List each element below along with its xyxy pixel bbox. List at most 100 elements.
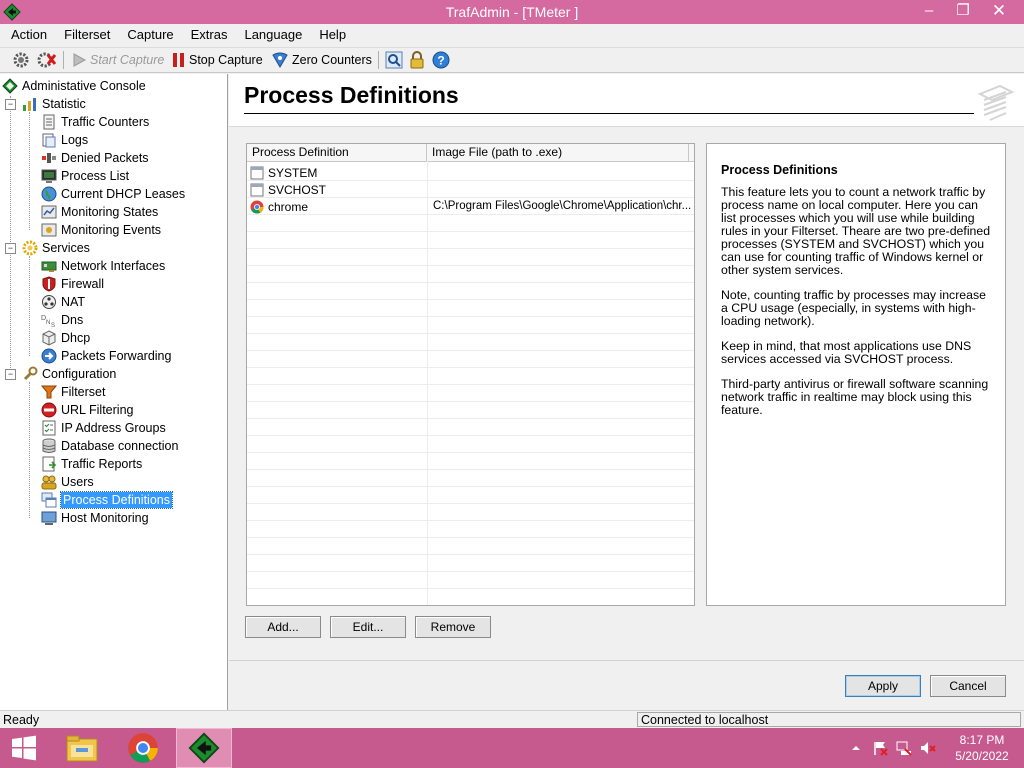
tree-item-firewall[interactable]: Firewall bbox=[41, 275, 104, 293]
tree-item-dns[interactable]: DNS Dns bbox=[41, 311, 83, 329]
row-gridline bbox=[247, 214, 694, 215]
taskbar-clock[interactable]: 8:17 PM 5/20/2022 bbox=[946, 732, 1018, 764]
tree-connector bbox=[29, 112, 30, 230]
taskbar-file-explorer[interactable] bbox=[54, 728, 110, 768]
row-gridline bbox=[247, 180, 694, 181]
row-gridline bbox=[247, 333, 694, 334]
tree-label: NAT bbox=[61, 295, 86, 309]
tree-item-current-dhcp-leases[interactable]: Current DHCP Leases bbox=[41, 185, 185, 203]
pause-icon bbox=[173, 53, 184, 67]
menu-filterset[interactable]: Filterset bbox=[55, 24, 118, 46]
table-row[interactable]: SYSTEM bbox=[247, 164, 694, 181]
tree-item-filterset[interactable]: Filterset bbox=[41, 383, 105, 401]
main-panel: Process Definitions Process Definition I… bbox=[229, 74, 1024, 710]
clock-date: 5/20/2022 bbox=[955, 749, 1009, 763]
speaker-muted-icon[interactable] bbox=[920, 740, 936, 756]
table-row[interactable]: chrome C:\Program Files\Google\Chrome\Ap… bbox=[247, 198, 694, 215]
page-title: Process Definitions bbox=[244, 82, 459, 108]
stop-service-button[interactable] bbox=[37, 50, 60, 70]
status-bar: Ready Connected to localhost bbox=[0, 710, 1024, 729]
tree-connector bbox=[29, 256, 30, 356]
process-definitions-list[interactable]: Process Definition Image File (path to .… bbox=[246, 143, 695, 606]
tree-label: Logs bbox=[61, 133, 89, 147]
menu-capture[interactable]: Capture bbox=[118, 24, 181, 46]
tree-label: Configuration bbox=[42, 367, 117, 381]
tree-item-dhcp[interactable]: Dhcp bbox=[41, 329, 90, 347]
row-gridline bbox=[247, 571, 694, 572]
column-header-image-file[interactable]: Image File (path to .exe) bbox=[427, 144, 689, 161]
menu-language[interactable]: Language bbox=[235, 24, 310, 46]
logs-document-icon bbox=[42, 133, 56, 148]
help-icon: ? bbox=[432, 51, 450, 69]
tree-item-database-connection[interactable]: Database connection bbox=[41, 437, 178, 455]
process-name: SYSTEM bbox=[268, 165, 318, 180]
status-text: Ready bbox=[3, 713, 40, 727]
tree-label: IP Address Groups bbox=[61, 421, 166, 435]
tree-label: Host Monitoring bbox=[61, 511, 149, 525]
chevron-up-icon[interactable] bbox=[850, 742, 862, 754]
description-title: Process Definitions bbox=[721, 163, 838, 177]
taskbar-chrome[interactable] bbox=[115, 728, 171, 768]
settings-gear-button[interactable] bbox=[12, 50, 33, 70]
tree-item-logs[interactable]: Logs bbox=[41, 131, 88, 149]
edit-button[interactable]: Edit... bbox=[330, 616, 406, 638]
menu-action[interactable]: Action bbox=[0, 24, 55, 46]
tree-item-process-definitions[interactable]: Process Definitions bbox=[41, 491, 173, 509]
row-gridline bbox=[247, 299, 694, 300]
tree-item-nat[interactable]: NAT bbox=[41, 293, 85, 311]
start-button[interactable] bbox=[0, 728, 48, 768]
tree-item-administative-console[interactable]: Administative Console bbox=[2, 77, 146, 95]
zero-counters-button[interactable]: Zero Counters bbox=[271, 50, 372, 70]
menu-extras[interactable]: Extras bbox=[182, 24, 236, 46]
expander-configuration[interactable]: − bbox=[5, 369, 16, 380]
apply-button[interactable]: Apply bbox=[845, 675, 921, 697]
lock-button[interactable] bbox=[408, 50, 429, 70]
column-header-process-definition[interactable]: Process Definition bbox=[247, 144, 427, 161]
tree-item-denied-packets[interactable]: Denied Packets bbox=[41, 149, 149, 167]
tree-item-users[interactable]: Users bbox=[41, 473, 94, 491]
tree-item-ip-address-groups[interactable]: IP Address Groups bbox=[41, 419, 166, 437]
tree-item-url-filtering[interactable]: URL Filtering bbox=[41, 401, 133, 419]
tree-item-traffic-counters[interactable]: Traffic Counters bbox=[41, 113, 149, 131]
row-gridline bbox=[247, 231, 694, 232]
taskbar-trafadmin[interactable] bbox=[176, 728, 232, 768]
start-capture-button[interactable]: Start Capture bbox=[71, 50, 164, 70]
find-button[interactable] bbox=[385, 50, 406, 70]
zero-counters-icon bbox=[272, 52, 288, 68]
row-gridline bbox=[247, 350, 694, 351]
row-gridline bbox=[247, 486, 694, 487]
menu-help[interactable]: Help bbox=[310, 24, 354, 46]
table-row[interactable]: SVCHOST bbox=[247, 181, 694, 198]
expander-statistic[interactable]: − bbox=[5, 99, 16, 110]
add-button[interactable]: Add... bbox=[245, 616, 321, 638]
tree-item-process-list[interactable]: Process List bbox=[41, 167, 129, 185]
tree-item-monitoring-states[interactable]: Monitoring States bbox=[41, 203, 158, 221]
maximize-button[interactable]: ❐ bbox=[946, 0, 980, 22]
minimize-button[interactable]: – bbox=[912, 0, 946, 22]
tree-item-statistic[interactable]: Statistic bbox=[22, 95, 86, 113]
stop-capture-label: Stop Capture bbox=[189, 53, 263, 67]
description-paragraph: Third-party antivirus or firewall softwa… bbox=[721, 377, 989, 417]
tree-item-configuration[interactable]: Configuration bbox=[22, 365, 116, 383]
tree-item-traffic-reports[interactable]: Traffic Reports bbox=[41, 455, 142, 473]
tree-item-monitoring-events[interactable]: Monitoring Events bbox=[41, 221, 161, 239]
tree-item-packets-forwarding[interactable]: Packets Forwarding bbox=[41, 347, 171, 365]
window-title: TrafAdmin - [TMeter ] bbox=[445, 4, 579, 20]
cancel-button[interactable]: Cancel bbox=[930, 675, 1006, 697]
remove-button[interactable]: Remove bbox=[415, 616, 491, 638]
tree-item-services[interactable]: Services bbox=[22, 239, 90, 257]
help-button[interactable]: ? bbox=[432, 50, 453, 70]
gear-stop-icon bbox=[37, 52, 57, 68]
row-gridline bbox=[247, 503, 694, 504]
tree-label: Firewall bbox=[61, 277, 105, 291]
expander-services[interactable]: − bbox=[5, 243, 16, 254]
denied-packets-icon bbox=[42, 153, 56, 163]
checklist-icon bbox=[42, 420, 56, 436]
close-button[interactable]: ✕ bbox=[982, 0, 1016, 22]
stop-capture-button[interactable]: Stop Capture bbox=[172, 50, 263, 70]
tree-item-network-interfaces[interactable]: Network Interfaces bbox=[41, 257, 165, 275]
row-gridline bbox=[247, 316, 694, 317]
network-icon[interactable] bbox=[896, 740, 912, 756]
action-center-flag-icon[interactable] bbox=[872, 740, 888, 756]
tree-item-host-monitoring[interactable]: Host Monitoring bbox=[41, 509, 149, 527]
